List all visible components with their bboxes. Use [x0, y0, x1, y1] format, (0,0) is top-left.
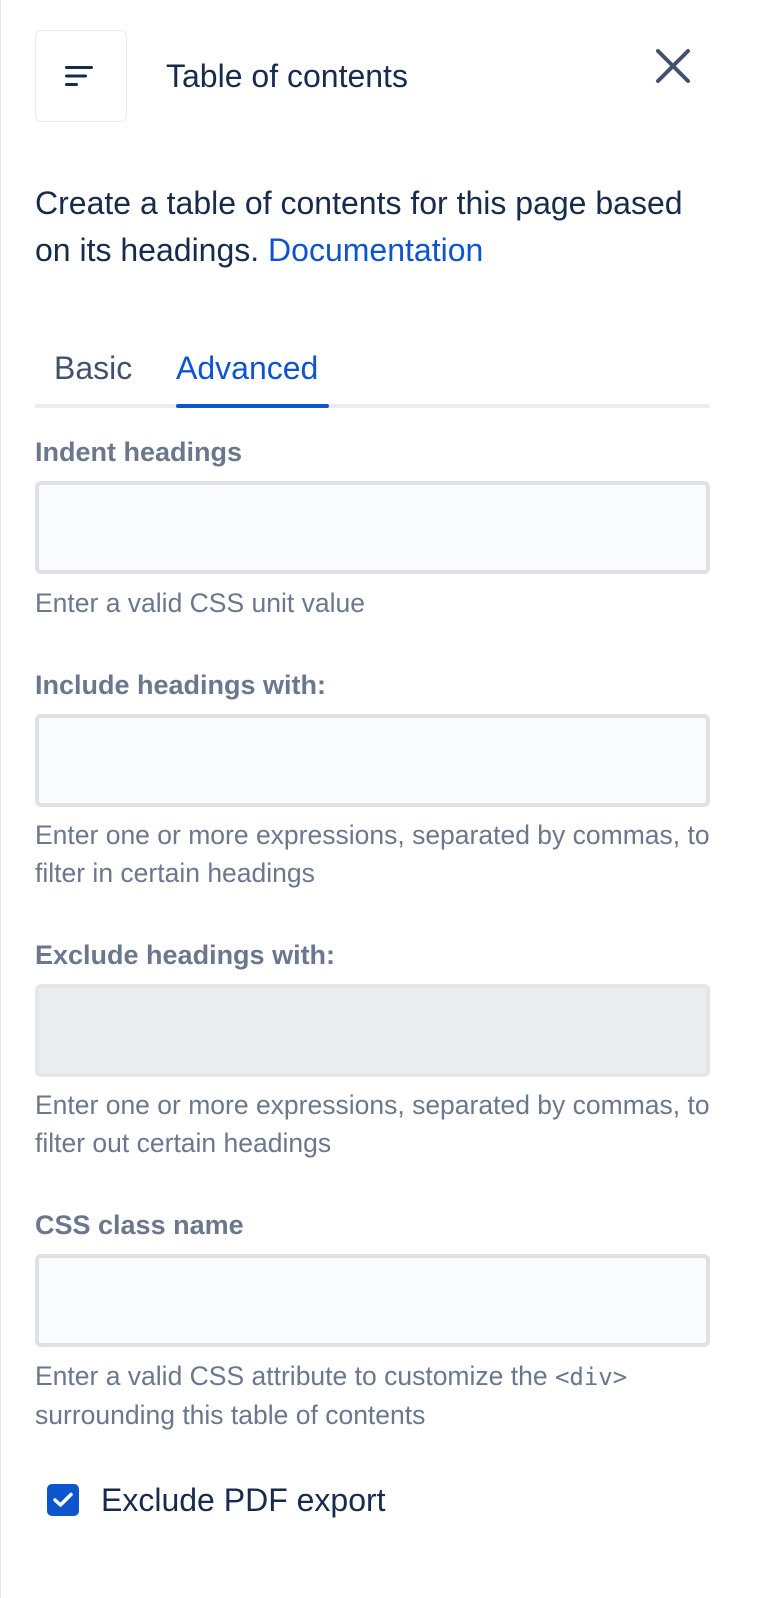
css-class-input[interactable] — [35, 1254, 710, 1347]
close-icon — [656, 49, 690, 83]
css-class-help-text: Enter a valid CSS attribute to customize… — [35, 1361, 555, 1391]
include-headings-input[interactable] — [35, 714, 710, 807]
exclude-headings-help: Enter one or more expressions, separated… — [35, 1090, 710, 1158]
exclude-headings-label: Exclude headings with: — [35, 940, 336, 970]
checkbox-checked-icon[interactable] — [47, 1484, 79, 1516]
toc-lines-icon — [35, 30, 127, 122]
tab-basic[interactable]: Basic — [54, 346, 132, 390]
tab-divider — [35, 404, 710, 408]
include-headings-help: Enter one or more expressions, separated… — [35, 820, 710, 888]
tab-bar: Basic Advanced — [35, 340, 710, 408]
indent-headings-label: Indent headings — [35, 437, 243, 467]
css-class-help-text-end: surrounding this table of contents — [35, 1400, 426, 1430]
include-headings-label: Include headings with: — [35, 670, 327, 700]
exclude-pdf-export-label: Exclude PDF export — [101, 1482, 386, 1518]
indent-headings-input[interactable] — [35, 481, 710, 574]
div-code: <div> — [554, 1363, 628, 1391]
close-button[interactable] — [651, 44, 695, 88]
panel-description: Create a table of contents for this page… — [35, 180, 695, 274]
documentation-link[interactable]: Documentation — [268, 232, 483, 268]
css-class-label: CSS class name — [35, 1210, 244, 1240]
css-class-help: Enter a valid CSS attribute to customize… — [35, 1357, 725, 1434]
panel-title: Table of contents — [166, 58, 408, 94]
exclude-pdf-export-checkbox[interactable]: Exclude PDF export — [47, 1478, 386, 1522]
toc-macro-panel: Table of contents Create a table of cont… — [0, 0, 757, 1598]
tab-advanced[interactable]: Advanced — [176, 346, 318, 390]
exclude-headings-input[interactable] — [35, 984, 710, 1077]
active-tab-indicator — [176, 404, 329, 408]
indent-headings-help: Enter a valid CSS unit value — [35, 588, 365, 618]
